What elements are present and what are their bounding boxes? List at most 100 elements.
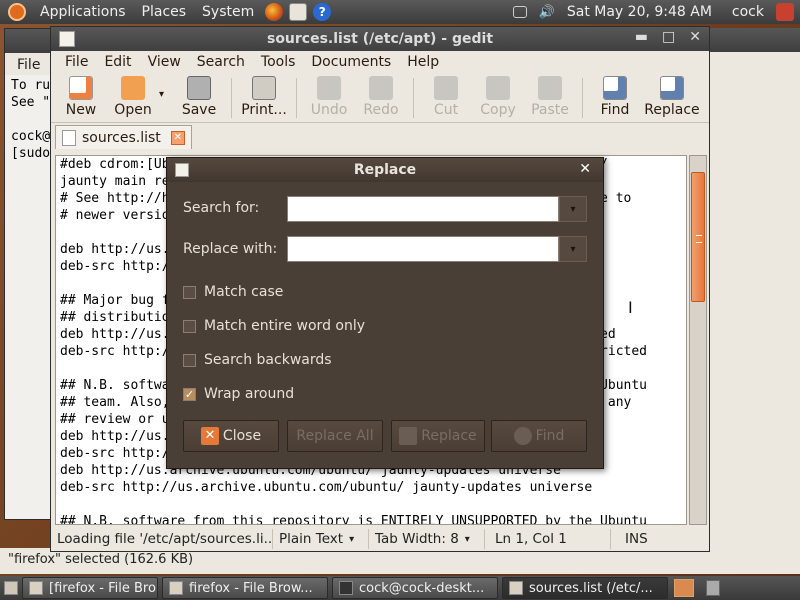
terminal-icon bbox=[339, 581, 353, 595]
printer-icon bbox=[252, 76, 276, 100]
toolbar-separator bbox=[231, 78, 232, 118]
background-window-titlebar[interactable] bbox=[707, 28, 800, 52]
task-terminal[interactable]: cock@cock-deskt... bbox=[332, 577, 498, 599]
applications-menu[interactable]: Applications bbox=[32, 4, 134, 20]
toolbar-separator bbox=[296, 78, 297, 118]
gedit-titlebar[interactable]: sources.list (/etc/apt) - gedit ▬ □ ✕ bbox=[51, 27, 709, 51]
document-tabbar: sources.list ✕ bbox=[51, 123, 709, 149]
save-button[interactable]: Save bbox=[173, 76, 225, 118]
minimize-icon[interactable]: ▬ bbox=[635, 29, 648, 45]
undo-icon bbox=[317, 76, 341, 100]
menu-tools[interactable]: Tools bbox=[253, 54, 304, 70]
print-button[interactable]: Print... bbox=[238, 76, 290, 118]
menu-help[interactable]: Help bbox=[399, 54, 447, 70]
undo-button[interactable]: Undo bbox=[303, 76, 355, 118]
replace-dialog-title: Replace bbox=[353, 162, 417, 178]
find-button[interactable]: Find bbox=[589, 76, 641, 118]
replace-with-input[interactable] bbox=[287, 236, 559, 262]
toolbar-separator bbox=[582, 78, 583, 118]
places-menu[interactable]: Places bbox=[134, 4, 195, 20]
new-document-icon bbox=[69, 76, 93, 100]
task-gedit[interactable]: sources.list (/etc/... bbox=[502, 577, 668, 599]
folder-icon bbox=[29, 581, 43, 595]
trash-icon[interactable] bbox=[706, 580, 720, 596]
save-icon bbox=[187, 76, 211, 100]
tab-close-icon[interactable]: ✕ bbox=[170, 130, 185, 145]
workspace-switcher[interactable] bbox=[674, 579, 694, 597]
open-folder-icon bbox=[121, 76, 145, 100]
match-case-checkbox[interactable]: Match case bbox=[183, 284, 283, 300]
redo-icon bbox=[369, 76, 393, 100]
find-icon bbox=[603, 76, 627, 100]
task-firefox-2[interactable]: firefox - File Brow... bbox=[162, 577, 328, 599]
close-button[interactable]: ✕ Close bbox=[183, 420, 279, 452]
firefox-launcher-icon[interactable] bbox=[265, 3, 284, 21]
replace-icon bbox=[660, 76, 684, 100]
menu-file[interactable]: File bbox=[57, 54, 96, 70]
replace-dialog[interactable]: Replace ✕ Search for: ▾ Replace with: ▾ … bbox=[166, 157, 604, 469]
window-list-icon[interactable] bbox=[512, 6, 527, 18]
redo-button[interactable]: Redo bbox=[355, 76, 407, 118]
user-name[interactable]: cock bbox=[732, 4, 764, 20]
power-icon[interactable] bbox=[776, 3, 794, 21]
mail-launcher-icon[interactable] bbox=[289, 3, 308, 21]
new-button[interactable]: New bbox=[55, 76, 107, 118]
replace-history-dropdown-icon[interactable]: ▾ bbox=[559, 236, 587, 262]
gedit-app-icon bbox=[59, 31, 75, 47]
text-cursor-icon: I bbox=[628, 298, 633, 317]
cut-button[interactable]: Cut bbox=[420, 76, 472, 118]
close-window-icon[interactable]: ✕ bbox=[689, 29, 701, 45]
paste-icon bbox=[538, 76, 562, 100]
search-for-input[interactable] bbox=[287, 196, 559, 222]
replace-button[interactable]: Replace bbox=[641, 76, 703, 118]
chevron-down-icon: ▾ bbox=[464, 533, 470, 545]
open-button[interactable]: Open bbox=[107, 76, 159, 118]
task-firefox-1[interactable]: [firefox - File Bro... bbox=[22, 577, 158, 599]
checkbox-icon bbox=[183, 353, 196, 367]
find-next-button[interactable]: Find bbox=[491, 420, 587, 452]
replace-with-label: Replace with: bbox=[183, 241, 278, 257]
menu-search[interactable]: Search bbox=[189, 54, 253, 70]
scrollbar-grip-icon bbox=[696, 235, 702, 243]
search-history-dropdown-icon[interactable]: ▾ bbox=[559, 196, 587, 222]
cursor-position: Ln 1, Col 1 bbox=[485, 529, 611, 549]
gedit-menubar: File Edit View Search Tools Documents He… bbox=[51, 51, 709, 73]
paste-button[interactable]: Paste bbox=[524, 76, 576, 118]
menu-edit[interactable]: Edit bbox=[96, 54, 139, 70]
top-panel: Applications Places System ? 🔊 Sat May 2… bbox=[0, 0, 800, 24]
replace-dialog-titlebar[interactable]: Replace ✕ bbox=[167, 158, 603, 182]
search-backwards-checkbox[interactable]: Search backwards bbox=[183, 352, 332, 368]
show-desktop-icon[interactable] bbox=[4, 581, 18, 595]
gedit-toolbar: New Open ▾ Save Print... Undo Redo Cut C… bbox=[51, 73, 709, 123]
menu-view[interactable]: View bbox=[140, 54, 189, 70]
chevron-down-icon: ▾ bbox=[349, 533, 355, 545]
help-launcher-icon[interactable]: ? bbox=[313, 3, 332, 21]
gedit-statusbar: Loading file '/etc/apt/sources.li... Pla… bbox=[51, 527, 709, 551]
search-for-combo: ▾ bbox=[287, 196, 587, 222]
checkbox-icon bbox=[183, 285, 196, 299]
scrollbar-thumb[interactable] bbox=[691, 172, 705, 302]
text-editor-icon bbox=[509, 581, 523, 595]
open-recent-dropdown-icon[interactable]: ▾ bbox=[159, 89, 173, 100]
wrap-around-checkbox[interactable]: ✓ Wrap around bbox=[183, 386, 294, 402]
status-loading: Loading file '/etc/apt/sources.li... bbox=[51, 529, 273, 549]
menu-documents[interactable]: Documents bbox=[303, 54, 399, 70]
editor-scrollbar[interactable] bbox=[689, 155, 707, 525]
insert-mode: INS bbox=[625, 531, 648, 547]
text-file-icon bbox=[62, 129, 76, 146]
dialog-close-icon[interactable]: ✕ bbox=[579, 161, 591, 177]
system-menu[interactable]: System bbox=[194, 4, 262, 20]
background-window[interactable] bbox=[706, 28, 800, 548]
maximize-icon[interactable]: □ bbox=[662, 29, 675, 45]
volume-icon[interactable]: 🔊 bbox=[539, 5, 555, 20]
tab-sources-list[interactable]: sources.list ✕ bbox=[55, 125, 192, 149]
gedit-title-text: sources.list (/etc/apt) - gedit bbox=[266, 31, 494, 47]
replace-one-button[interactable]: Replace bbox=[391, 420, 485, 452]
clock[interactable]: Sat May 20, 9:48 AM bbox=[567, 4, 712, 20]
copy-button[interactable]: Copy bbox=[472, 76, 524, 118]
tab-width-selector[interactable]: Tab Width: 8 ▾ bbox=[369, 529, 485, 549]
ubuntu-logo-icon[interactable] bbox=[8, 3, 26, 21]
replace-all-button[interactable]: Replace All bbox=[287, 420, 383, 452]
language-selector[interactable]: Plain Text ▾ bbox=[273, 529, 369, 549]
match-entire-word-checkbox[interactable]: Match entire word only bbox=[183, 318, 365, 334]
